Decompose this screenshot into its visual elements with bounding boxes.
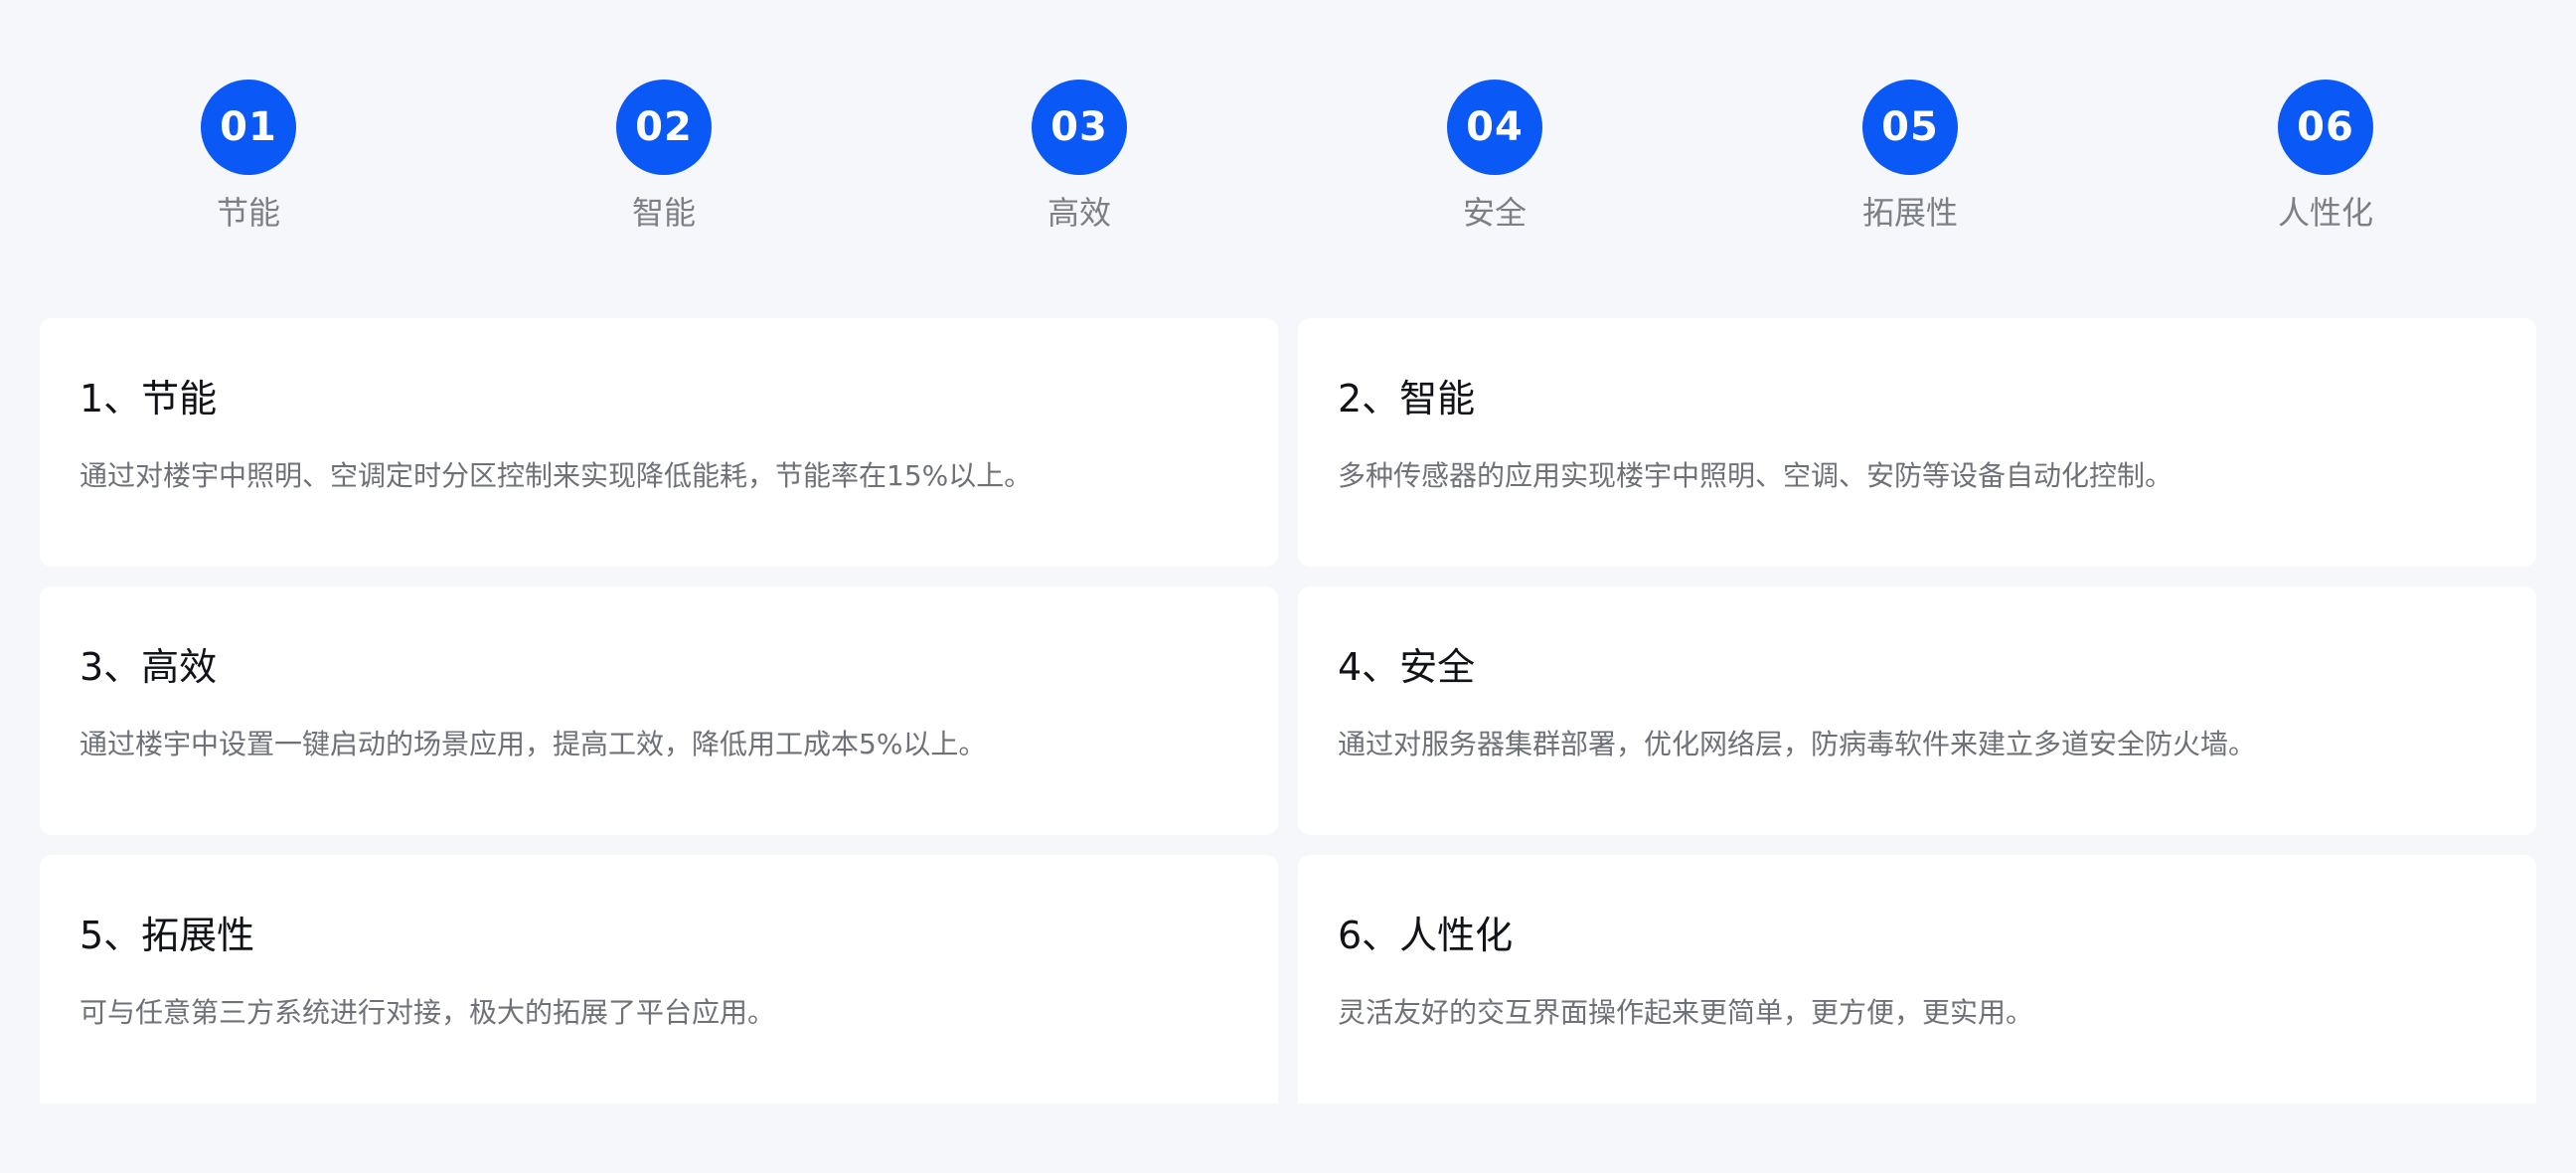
step-label: 高效 (1046, 194, 1111, 232)
card-description: 多种传感器的应用实现楼宇中照明、空调、安防等设备自动化控制。 (1338, 459, 2174, 492)
feature-card-energy-saving: 1、节能 通过对楼宇中照明、空调定时分区控制来实现降低能耗，节能率在15%以上。 (40, 318, 1278, 567)
step-label: 拓展性 (1861, 194, 1958, 232)
card-description: 通过对服务器集群部署，优化网络层，防病毒软件来建立多道安全防火墙。 (1338, 728, 2257, 760)
card-description: 通过楼宇中设置一键启动的场景应用，提高工效，降低用工成本5%以上。 (80, 728, 987, 760)
feature-card-intelligent: 2、智能 多种传感器的应用实现楼宇中照明、空调、安防等设备自动化控制。 (1298, 318, 2536, 567)
step-number-badge: 03 (1032, 80, 1127, 175)
card-title: 3、高效 (80, 645, 218, 689)
card-title: 5、拓展性 (80, 914, 255, 957)
step-label: 节能 (216, 194, 280, 232)
step-06: 06 人性化 (2226, 80, 2425, 229)
card-title: 6、人性化 (1338, 914, 1514, 957)
card-description: 灵活友好的交互界面操作起来更简单，更方便，更实用。 (1338, 996, 2034, 1029)
step-04: 04 安全 (1395, 80, 1594, 229)
step-02: 02 智能 (564, 80, 763, 229)
step-05: 05 拓展性 (1811, 80, 2010, 229)
card-title: 4、安全 (1338, 645, 1476, 689)
feature-card-security: 4、安全 通过对服务器集群部署，优化网络层，防病毒软件来建立多道安全防火墙。 (1298, 586, 2536, 835)
card-title: 2、智能 (1338, 377, 1476, 420)
step-number-badge: 06 (2278, 80, 2373, 175)
step-03: 03 高效 (980, 80, 1179, 229)
feature-steps: 01 节能 02 智能 03 高效 04 安全 05 拓展性 06 人性化 (0, 0, 2576, 278)
step-number-badge: 02 (616, 80, 712, 175)
step-01: 01 节能 (149, 80, 348, 229)
step-number-badge: 05 (1862, 80, 1958, 175)
feature-card-user-friendly: 6、人性化 灵活友好的交互界面操作起来更简单，更方便，更实用。 (1298, 855, 2536, 1103)
card-title: 1、节能 (80, 377, 218, 420)
card-description: 可与任意第三方系统进行对接，极大的拓展了平台应用。 (80, 996, 776, 1029)
feature-card-extensibility: 5、拓展性 可与任意第三方系统进行对接，极大的拓展了平台应用。 (40, 855, 1278, 1103)
step-number-badge: 01 (201, 80, 296, 175)
step-number-badge: 04 (1447, 80, 1542, 175)
feature-card-efficient: 3、高效 通过楼宇中设置一键启动的场景应用，提高工效，降低用工成本5%以上。 (40, 586, 1278, 835)
step-label: 人性化 (2277, 194, 2373, 232)
step-label: 智能 (631, 194, 696, 232)
step-label: 安全 (1462, 194, 1527, 232)
card-description: 通过对楼宇中照明、空调定时分区控制来实现降低能耗，节能率在15%以上。 (80, 459, 1033, 492)
